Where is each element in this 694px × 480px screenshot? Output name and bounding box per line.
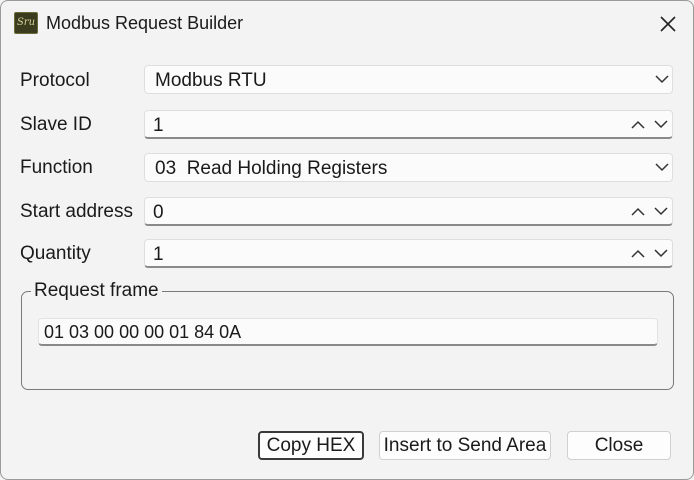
chevron-up-icon[interactable] [627,200,649,224]
protocol-label: Protocol [20,70,90,91]
request-frame-field[interactable]: 01 03 00 00 00 01 84 0A [38,318,658,346]
chevron-down-icon[interactable] [651,68,673,92]
quantity-spinbox[interactable]: 1 [144,239,673,268]
request-frame-title: Request frame [31,280,162,302]
request-frame-value: 01 03 00 00 00 01 84 0A [44,322,242,342]
start-address-value: 0 [153,202,164,223]
chevron-down-icon[interactable] [650,113,672,137]
app-icon: Sru [14,12,38,34]
start-address-spinbox[interactable]: 0 [144,197,673,226]
slave-id-spinbox[interactable]: 1 [144,110,673,139]
protocol-select[interactable]: Modbus RTU [144,65,673,94]
function-value: 03 Read Holding Registers [155,158,388,179]
dialog-window: Sru Modbus Request Builder Protocol Modb… [0,0,694,480]
start-address-label: Start address [20,201,133,222]
chevron-up-icon[interactable] [627,242,649,266]
quantity-label: Quantity [20,243,91,264]
title-bar: Sru Modbus Request Builder [1,1,693,45]
function-select[interactable]: 03 Read Holding Registers [144,153,673,182]
protocol-value: Modbus RTU [155,70,267,91]
function-label: Function [20,157,93,178]
window-title: Modbus Request Builder [46,13,244,33]
chevron-down-icon[interactable] [651,156,673,180]
slave-id-value: 1 [153,115,164,136]
chevron-up-icon[interactable] [627,113,649,137]
chevron-down-icon[interactable] [650,242,672,266]
chevron-down-icon[interactable] [650,200,672,224]
insert-to-send-area-button[interactable]: Insert to Send Area [379,431,551,460]
quantity-value: 1 [153,244,164,265]
slave-id-label: Slave ID [20,114,92,135]
close-button[interactable]: Close [567,431,671,460]
copy-hex-button[interactable]: Copy HEX [258,431,364,460]
close-icon[interactable] [652,9,684,39]
